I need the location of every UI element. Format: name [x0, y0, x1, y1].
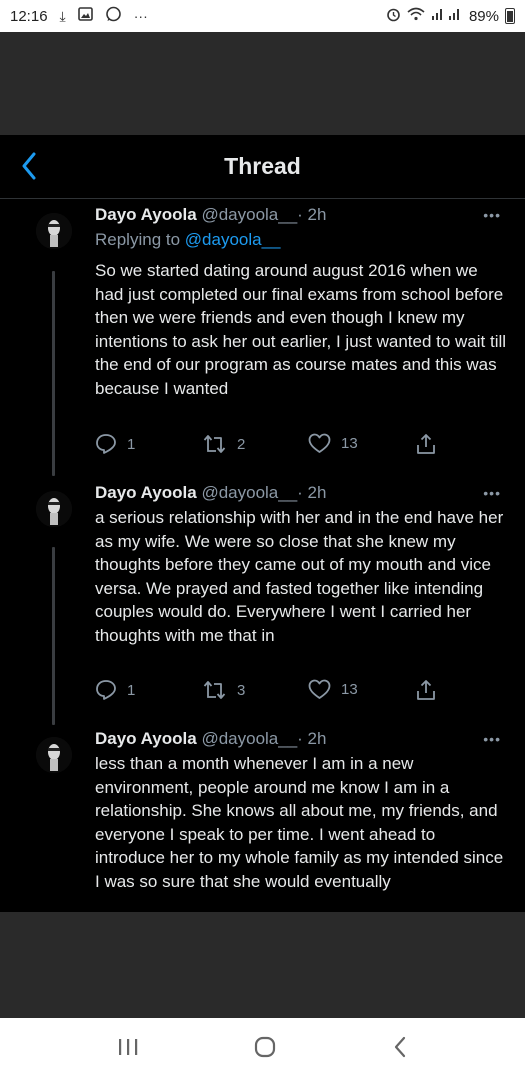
share-button[interactable]: [415, 679, 437, 701]
avatar[interactable]: [36, 213, 72, 249]
replying-to: Replying to @dayoola__: [95, 230, 281, 250]
tweet-header: Dayo Ayoola @dayoola__· 2h: [95, 729, 326, 749]
reply-button[interactable]: 1: [95, 433, 135, 455]
avatar[interactable]: [36, 737, 72, 773]
author-handle: @dayoola__: [201, 483, 298, 502]
tweet-text: So we started dating around august 2016 …: [95, 261, 507, 398]
page-title: Thread: [224, 153, 301, 179]
recent-apps-button[interactable]: [117, 1037, 139, 1062]
alarm-icon: [386, 7, 401, 26]
retweet-button[interactable]: 3: [203, 679, 245, 701]
back-chevron-icon: [394, 1036, 405, 1057]
tweet-actions: 1 2 13: [95, 433, 440, 457]
retweet-icon: [203, 681, 226, 699]
status-time: 12:16: [10, 7, 48, 25]
heart-icon: [308, 433, 331, 453]
system-navigation-bar: [0, 1018, 525, 1080]
heart-icon: [308, 679, 331, 699]
reply-icon: [96, 680, 116, 700]
more-options-icon[interactable]: •••: [483, 485, 501, 501]
thread-line: [52, 547, 55, 725]
thread-line: [52, 271, 55, 476]
chevron-left-icon: [22, 152, 36, 180]
author-handle: @dayoola__: [201, 729, 298, 748]
whatsapp-icon: [105, 6, 122, 27]
tweet-time: · 2h: [297, 729, 327, 748]
tweet-actions: 1 3 13: [95, 679, 440, 703]
author-handle: @dayoola__: [201, 205, 298, 224]
retweet-count: 2: [237, 435, 246, 453]
author-name[interactable]: Dayo Ayoola: [95, 483, 197, 502]
like-button[interactable]: 13: [308, 433, 358, 454]
share-button[interactable]: [415, 433, 437, 455]
author-name[interactable]: Dayo Ayoola: [95, 205, 197, 224]
tweet-header: Dayo Ayoola @dayoola__· 2h: [95, 205, 326, 225]
tweet-3[interactable]: Dayo Ayoola @dayoola__· 2h ••• less than…: [0, 729, 525, 912]
dimmed-overlay-top: [0, 32, 525, 135]
image-icon: [77, 7, 93, 25]
tweet-time: · 2h: [297, 483, 327, 502]
avatar[interactable]: [36, 491, 72, 527]
tweet-text: a serious relationship with her and in t…: [95, 508, 504, 645]
like-count: 13: [341, 435, 358, 452]
more-options-icon[interactable]: •••: [483, 207, 501, 223]
more-dots-icon: ···: [133, 8, 148, 24]
tweet-text: less than a month whenever I am in a new…: [95, 754, 504, 891]
home-button[interactable]: [253, 1035, 277, 1064]
battery-level: 89%: [468, 7, 499, 25]
reply-icon: [96, 434, 116, 454]
author-name[interactable]: Dayo Ayoola: [95, 729, 197, 748]
dimmed-overlay-bottom: [0, 912, 525, 1018]
share-icon: [417, 680, 435, 700]
like-button[interactable]: 13: [308, 679, 358, 700]
back-button[interactable]: [14, 151, 44, 181]
thread-header: Thread: [0, 135, 525, 199]
replying-to-label: Replying to: [95, 230, 181, 249]
status-bar: 12:16 ⤓ ··· 89%: [0, 0, 525, 32]
like-count: 13: [341, 681, 358, 698]
reply-count: 1: [127, 435, 136, 453]
retweet-button[interactable]: 2: [203, 433, 245, 455]
tweet-1[interactable]: Dayo Ayoola @dayoola__· 2h ••• Replying …: [0, 205, 525, 480]
share-icon: [417, 434, 435, 454]
retweet-count: 3: [237, 681, 246, 699]
replying-to-handle[interactable]: @dayoola__: [185, 230, 281, 249]
home-icon: [255, 1036, 276, 1057]
retweet-icon: [203, 435, 226, 453]
tweet-header: Dayo Ayoola @dayoola__· 2h: [95, 483, 326, 503]
recent-apps-icon: [119, 1038, 138, 1055]
download-icon: ⤓: [59, 7, 66, 24]
battery-icon: [505, 8, 515, 24]
reply-button[interactable]: 1: [95, 679, 135, 701]
signal-icon: [431, 7, 463, 25]
tweet-time: · 2h: [297, 205, 327, 224]
system-back-button[interactable]: [392, 1035, 408, 1064]
reply-count: 1: [127, 681, 136, 699]
tweet-2[interactable]: Dayo Ayoola @dayoola__· 2h ••• a serious…: [0, 483, 525, 728]
more-options-icon[interactable]: •••: [483, 731, 501, 747]
wifi-icon: [407, 7, 425, 25]
